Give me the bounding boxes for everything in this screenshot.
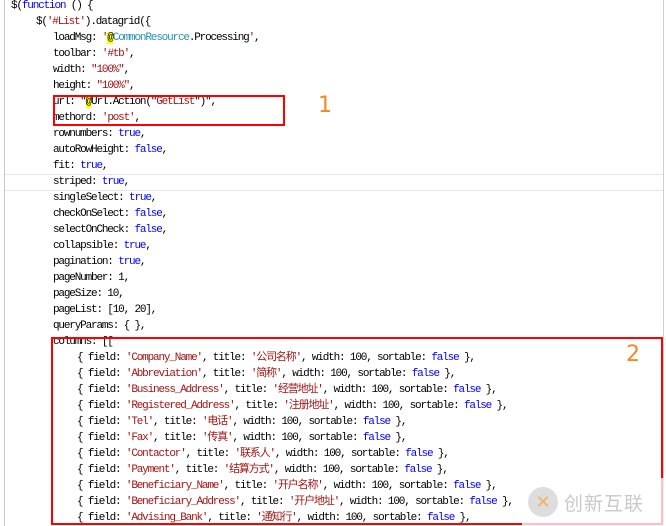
- code-text: ,: [150, 192, 158, 204]
- editor-gutter-border: [4, 0, 5, 526]
- watermark-text: 创新互联: [564, 492, 645, 515]
- code-text: ,: [161, 144, 169, 156]
- code-text: ,: [139, 256, 147, 268]
- string-literal: "100%": [96, 80, 130, 92]
- code-line: striped: true,: [53, 174, 131, 190]
- string-literal: '#tb': [101, 48, 130, 60]
- code-line: rownumbers: true,: [53, 126, 147, 142]
- code-text: ,: [145, 240, 152, 252]
- keyword: true: [101, 176, 125, 188]
- code-text: queryParams: { },: [53, 320, 147, 332]
- code-text: ,: [161, 208, 169, 220]
- code-line: queryParams: { },: [53, 318, 147, 334]
- keyword: true: [118, 256, 141, 268]
- code-text: pageList: [10, 20],: [53, 304, 157, 316]
- code-text: toolbar:: [53, 48, 102, 60]
- code-text: ,: [101, 160, 109, 172]
- code-text: ,: [139, 128, 147, 140]
- keyword: false: [134, 224, 162, 236]
- code-text: () {: [65, 0, 94, 12]
- string-literal: "100%": [91, 64, 125, 76]
- keyword: true: [80, 160, 103, 172]
- code-line: toolbar: '#tb',: [53, 46, 136, 62]
- code-line: $('#List').datagrid({: [36, 14, 151, 30]
- watermark: ✕ 创新互联: [522, 478, 666, 526]
- code-line: pagination: true,: [53, 254, 147, 270]
- code-text: autoRowHeight:: [53, 144, 135, 156]
- keyword: false: [134, 208, 162, 220]
- code-text: ,: [123, 64, 131, 76]
- code-line: pageSize: 10,: [53, 286, 125, 302]
- code-text: fit:: [53, 160, 81, 172]
- code-text: .Processing: [188, 32, 250, 44]
- code-text: rownumbers:: [53, 128, 119, 140]
- code-text: loadMsg:: [53, 32, 102, 44]
- keyword: false: [134, 144, 162, 156]
- code-text: $(: [36, 16, 48, 28]
- code-text: collapsible:: [53, 240, 124, 252]
- code-text: checkOnSelect:: [53, 208, 135, 220]
- code-line: $(function () {: [11, 0, 94, 14]
- code-line: singleSelect: true,: [53, 190, 158, 206]
- code-line: width: "100%",: [53, 62, 131, 78]
- code-line: checkOnSelect: false,: [53, 206, 169, 222]
- annotation-marker-2: 2: [626, 342, 640, 367]
- string-literal: '#List': [46, 16, 86, 28]
- code-line: height: "100%",: [53, 78, 136, 94]
- keyword: function: [21, 0, 67, 12]
- code-text: ,: [129, 80, 136, 92]
- keyword: true: [118, 128, 141, 140]
- code-line: collapsible: true,: [53, 238, 152, 254]
- code-line: autoRowHeight: false,: [53, 142, 169, 158]
- code-text: striped:: [53, 176, 102, 188]
- code-text: width:: [53, 64, 92, 76]
- keyword: true: [129, 192, 152, 204]
- code-text: ,: [161, 224, 169, 236]
- keyword: true: [123, 240, 147, 252]
- code-text: ,: [123, 176, 131, 188]
- code-line: pageList: [10, 20],: [53, 302, 157, 318]
- annotation-box-1: [53, 95, 285, 126]
- code-text: height:: [53, 80, 97, 92]
- code-line: pageNumber: 1,: [53, 270, 130, 286]
- code-text: pageSize: 10,: [53, 288, 125, 300]
- code-text: ,: [129, 48, 136, 60]
- class-name: CommonResource: [112, 32, 190, 44]
- code-text: singleSelect:: [53, 192, 130, 204]
- editor-right-border: [663, 0, 664, 526]
- code-line: fit: true,: [53, 158, 109, 174]
- code-text: ).datagrid({: [84, 16, 151, 28]
- code-line: selectOnCheck: false,: [53, 222, 169, 238]
- code-text: selectOnCheck:: [53, 224, 135, 236]
- annotation-marker-1: 1: [318, 93, 332, 118]
- code-text: ,: [254, 32, 261, 44]
- code-text: $(: [11, 0, 23, 12]
- code-text: pagination:: [53, 256, 119, 268]
- code-text: pageNumber: 1,: [53, 272, 130, 284]
- code-line: loadMsg: '@CommonResource.Processing',: [53, 30, 261, 46]
- watermark-logo-icon: ✕: [528, 487, 558, 517]
